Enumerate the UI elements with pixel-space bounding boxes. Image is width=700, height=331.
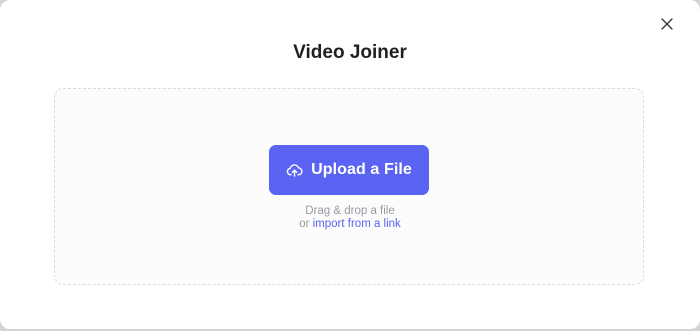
cloud-upload-icon [286,162,303,179]
import-hint: or import from a link [0,217,700,231]
video-joiner-dialog: Video Joiner Upload a File Drag & drop a… [0,0,700,329]
close-button[interactable] [658,15,676,33]
upload-file-label: Upload a File [311,161,412,178]
upload-file-button[interactable]: Upload a File [269,145,429,195]
close-icon [661,18,673,30]
import-from-link[interactable]: import from a link [313,218,401,230]
or-text: or [299,218,310,230]
drag-drop-hint: Drag & drop a file [305,205,395,217]
dialog-title: Video Joiner [293,42,407,63]
